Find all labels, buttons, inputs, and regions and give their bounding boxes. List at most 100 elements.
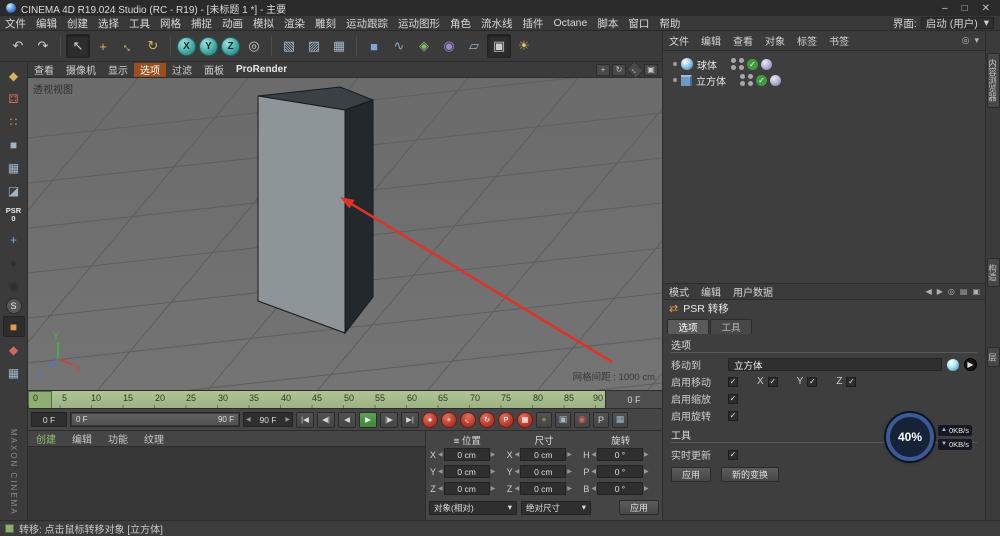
menu-octane[interactable]: Octane xyxy=(549,17,593,29)
close-button[interactable]: ✕ xyxy=(982,3,990,14)
prev-key-button[interactable]: ◀| xyxy=(317,411,335,428)
apply-button[interactable]: 应用 xyxy=(671,467,712,482)
render-dots-icon[interactable] xyxy=(748,74,753,86)
vp-menu-cameras[interactable]: 摄像机 xyxy=(60,63,102,77)
frame-field[interactable]: 0 F xyxy=(606,391,662,408)
end-frame-field[interactable]: ◀ 90 F ▶ xyxy=(243,412,293,427)
stepper-left-icon[interactable]: ◀ xyxy=(591,451,596,458)
minimize-button[interactable]: – xyxy=(942,3,948,14)
menu-file[interactable]: 文件 xyxy=(0,16,31,31)
menu-window[interactable]: 窗口 xyxy=(623,16,654,31)
points-grid-button[interactable]: ∷ xyxy=(3,111,25,132)
enable-scale-checkbox[interactable]: ✓ xyxy=(728,393,738,404)
magnet-tool-button[interactable]: ◆ xyxy=(3,339,25,360)
recorder-overlay[interactable]: 40% ▲ 0KB/s ▼ 0KB/s xyxy=(886,410,998,464)
render-settings-button[interactable]: ▦ xyxy=(327,34,351,58)
menu-pipeline[interactable]: 流水线 xyxy=(476,16,518,31)
pos-z-field[interactable]: 0 cm xyxy=(443,482,490,495)
stepper-right-icon[interactable]: ▶ xyxy=(491,485,496,492)
visibility-dots-icon[interactable] xyxy=(740,74,745,86)
history-forward-icon[interactable]: ▶ xyxy=(937,287,943,296)
goto-start-button[interactable]: |◀ xyxy=(296,411,314,428)
redo-button[interactable]: ↷ xyxy=(31,34,55,58)
z-axis-lock-button[interactable]: Z xyxy=(221,36,240,56)
stepper-left-icon[interactable]: ◀ xyxy=(515,451,520,458)
rotate-button[interactable]: ↻ xyxy=(141,34,165,58)
add-cube-button[interactable]: ■ xyxy=(362,34,386,58)
menu-edit[interactable]: 编辑 xyxy=(31,16,62,31)
vp-menu-view[interactable]: 查看 xyxy=(28,63,60,77)
undo-button[interactable]: ↶ xyxy=(6,34,30,58)
stepper-left-icon[interactable]: ◀ xyxy=(515,468,520,475)
enabled-check-icon[interactable]: ✓ xyxy=(747,58,758,70)
menu-mesh[interactable]: 网格 xyxy=(155,16,186,31)
rot-b-field[interactable]: 0 ° xyxy=(596,482,643,495)
prev-frame-button[interactable]: ◀ xyxy=(338,411,356,428)
tab-content-browser[interactable]: 内容浏览器 xyxy=(986,53,1000,108)
array-tool-button[interactable]: ⚃ xyxy=(3,88,25,109)
om-menu-objects[interactable]: 对象 xyxy=(759,33,791,48)
convert-tool-button[interactable]: ◆ xyxy=(3,65,25,86)
coordinate-mode-select[interactable]: 对象(相对) ▾ xyxy=(429,500,517,515)
history-back-icon[interactable]: ◀ xyxy=(926,287,932,296)
size-mode-select[interactable]: 绝对尺寸 ▾ xyxy=(521,500,591,515)
stepper-left-icon[interactable]: ◀ xyxy=(438,451,443,458)
search-icon[interactable]: ◎ xyxy=(948,287,955,296)
texture-mode-button[interactable]: ▦ xyxy=(3,157,25,178)
stepper-left-icon[interactable]: ◀ xyxy=(438,485,443,492)
pan-view-icon[interactable]: + xyxy=(596,63,610,76)
coordinates-apply-button[interactable]: 应用 xyxy=(618,500,659,515)
stepper-left-icon[interactable]: ◀ xyxy=(591,468,596,475)
model-mode-button[interactable]: ■ xyxy=(3,134,25,155)
mat-tab-texture[interactable]: 纹理 xyxy=(136,431,172,446)
vp-menu-options[interactable]: 选项 xyxy=(134,62,166,77)
stepper-right-icon[interactable]: ▶ xyxy=(285,416,290,423)
size-x-field[interactable]: 0 cm xyxy=(520,448,567,461)
vp-menu-prorender[interactable]: ProRender xyxy=(230,63,293,77)
menu-lines-icon[interactable]: ≡ xyxy=(454,436,460,447)
attr-menu-userdata[interactable]: 用户数据 xyxy=(727,284,779,299)
menu-animate[interactable]: 动画 xyxy=(217,16,248,31)
attr-menu-edit[interactable]: 编辑 xyxy=(695,284,727,299)
axis-mode-button[interactable]: + xyxy=(3,229,25,250)
layers-button[interactable]: ▦ xyxy=(3,362,25,383)
stepper-left-icon[interactable]: ◀ xyxy=(246,416,251,423)
stepper-left-icon[interactable]: ◀ xyxy=(515,485,520,492)
record-keyframe-button[interactable]: ● xyxy=(422,411,438,428)
om-menu-edit[interactable]: 编辑 xyxy=(695,33,727,48)
vp-menu-filter[interactable]: 过滤 xyxy=(166,63,198,77)
vp-menu-display[interactable]: 显示 xyxy=(102,63,134,77)
move-button[interactable]: + xyxy=(91,34,115,58)
workplane-mode-button[interactable]: ◪ xyxy=(3,180,25,201)
zoom-view-icon[interactable]: ↔ xyxy=(625,60,645,79)
timeline-ruler[interactable]: 0 5 10 15 20 25 30 35 40 45 50 55 60 65 … xyxy=(28,391,606,409)
menu-select[interactable]: 选择 xyxy=(93,16,124,31)
tab-layers[interactable]: 层 xyxy=(986,346,1000,367)
object-row-sphere[interactable]: 球体 ✓ xyxy=(663,56,985,72)
z-checkbox[interactable]: ✓ xyxy=(846,376,857,387)
menu-mograph[interactable]: 运动图形 xyxy=(393,16,445,31)
menu-sculpt[interactable]: 雕刻 xyxy=(310,16,341,31)
current-frame-marker[interactable] xyxy=(28,391,52,409)
menu-help[interactable]: 帮助 xyxy=(654,16,685,31)
tab-tool[interactable]: 工具 xyxy=(710,319,752,334)
next-frame-button[interactable]: |▶ xyxy=(380,411,398,428)
tab-structure[interactable]: 构造 xyxy=(986,257,1000,287)
stepper-right-icon[interactable]: ▶ xyxy=(567,468,572,475)
menu-motion-tracker[interactable]: 运动跟踪 xyxy=(341,16,393,31)
x-axis-lock-button[interactable]: X xyxy=(177,36,196,56)
cube-left-face[interactable] xyxy=(257,95,346,334)
menu-character[interactable]: 角色 xyxy=(445,16,476,31)
record-rotation-button[interactable]: ↻ xyxy=(479,411,495,428)
menu-snap[interactable]: 捕捉 xyxy=(186,16,217,31)
menu-create[interactable]: 创建 xyxy=(62,16,93,31)
play-button[interactable]: ▶ xyxy=(359,411,377,428)
live-selection-button[interactable]: ↖ xyxy=(66,34,90,58)
lock-icon[interactable]: ▣ xyxy=(972,287,980,296)
rot-p-field[interactable]: 0 ° xyxy=(596,465,643,478)
mat-tab-function[interactable]: 功能 xyxy=(100,431,136,446)
move-to-field[interactable]: 立方体 xyxy=(728,358,942,372)
pos-x-field[interactable]: 0 cm xyxy=(443,448,490,461)
menu-tools[interactable]: 工具 xyxy=(124,16,155,31)
coordinate-system-button[interactable]: ◎ xyxy=(242,34,266,58)
